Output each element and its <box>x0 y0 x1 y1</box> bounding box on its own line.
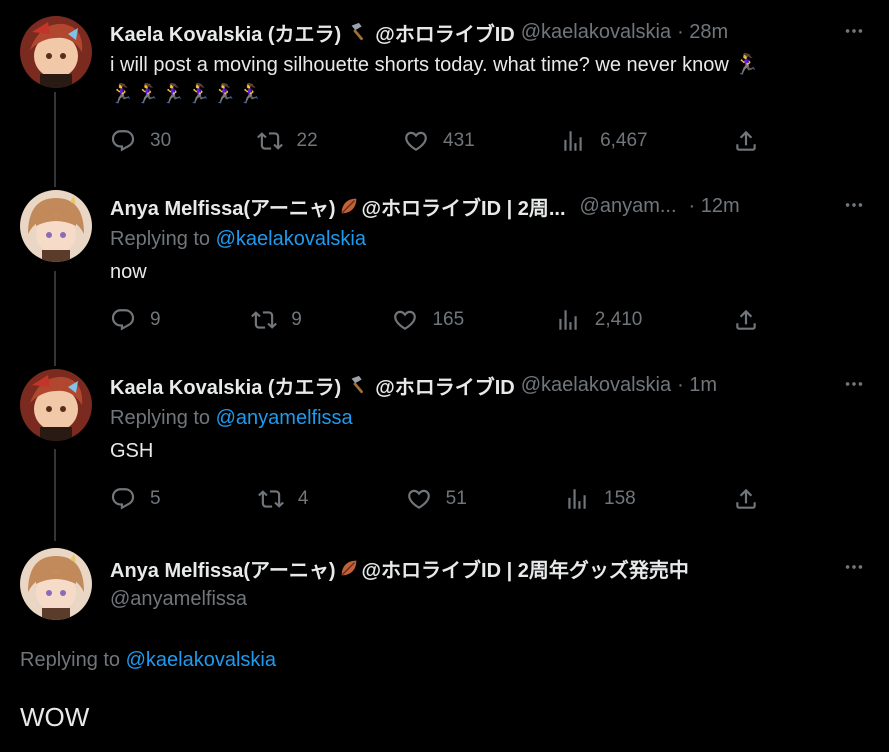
author-name[interactable]: Anya Melfissa(アーニャ) <box>110 192 336 221</box>
thread-line <box>54 449 56 541</box>
reply-icon <box>110 486 136 512</box>
tweet-text: WOW <box>20 702 90 732</box>
heart-icon <box>406 486 432 512</box>
author-name-suffix[interactable]: @ホロライブID <box>375 371 515 400</box>
share-icon <box>733 486 759 512</box>
views-icon <box>564 486 590 512</box>
replying-label: Replying to <box>110 228 211 250</box>
share-icon <box>733 128 759 154</box>
repost-count: 9 <box>291 309 302 330</box>
hammer-emoji <box>347 374 369 396</box>
repost-count: 4 <box>297 488 309 509</box>
reply-count: 9 <box>150 309 161 330</box>
views-button[interactable]: 6,467 <box>560 128 648 154</box>
repost-button[interactable]: 4 <box>258 486 309 512</box>
views-count: 158 <box>604 488 636 509</box>
avatar-anya[interactable] <box>20 190 92 262</box>
author-name-suffix[interactable]: @ホロライブID | 2周... <box>362 192 566 221</box>
author-name-suffix[interactable]: @ホロライブID | 2周年グッズ発売中 <box>362 554 689 583</box>
tweet-time[interactable]: · 12m <box>689 195 740 218</box>
like-button[interactable]: 431 <box>403 128 475 154</box>
repost-button[interactable]: 22 <box>257 128 318 154</box>
tweet-text: i will post a moving silhouette shorts t… <box>110 54 760 76</box>
repost-icon <box>257 128 283 154</box>
views-icon <box>555 307 581 333</box>
avatar-kaela[interactable] <box>20 16 92 88</box>
reply-button[interactable]: 30 <box>110 128 171 154</box>
action-bar: 9 9 165 2,410 <box>110 305 759 335</box>
mention-link[interactable]: @anyamelfissa <box>216 407 353 429</box>
tweet-header: Anya Melfissa(アーニャ) @ホロライブID | 2周年グッズ発売中 <box>110 554 689 582</box>
like-count: 51 <box>445 488 467 509</box>
replying-label: Replying to <box>110 407 211 429</box>
like-button[interactable]: 165 <box>392 307 464 333</box>
leaf-emoji <box>338 195 360 217</box>
reply-count: 5 <box>150 488 161 509</box>
tweet-text: GSH <box>110 440 154 462</box>
leaf-emoji <box>338 557 360 579</box>
replying-to: Replying to @kaelakovalskia <box>20 649 276 672</box>
repost-icon <box>251 307 277 333</box>
more-icon[interactable] <box>841 18 867 44</box>
tweet-time[interactable]: · 28m <box>677 21 728 44</box>
share-button[interactable] <box>733 307 759 333</box>
reply-button[interactable]: 9 <box>110 307 161 333</box>
repost-button[interactable]: 9 <box>251 307 302 333</box>
tweet-header: Kaela Kovalskia (カエラ) @ホロライブID @kaelakov… <box>110 18 728 46</box>
more-icon[interactable] <box>841 192 867 218</box>
action-bar: 30 22 431 6,467 <box>110 126 759 156</box>
hammer-emoji <box>347 21 369 43</box>
reply-icon <box>110 128 136 154</box>
views-icon <box>560 128 586 154</box>
share-button[interactable] <box>733 486 759 512</box>
author-handle[interactable]: @kaelakovalskia <box>521 21 671 44</box>
author-name[interactable]: Kaela Kovalskia (カエラ) <box>110 18 341 47</box>
action-bar: 5 4 51 158 <box>110 484 759 514</box>
views-count: 2,410 <box>594 309 643 330</box>
like-count: 165 <box>432 309 465 330</box>
avatar-kaela[interactable] <box>20 369 92 441</box>
repost-count: 22 <box>296 130 318 151</box>
tweet-text-emoji: 🏃‍♀️🏃‍♀️🏃‍♀️🏃‍♀️🏃‍♀️🏃‍♀️ <box>110 84 264 105</box>
more-icon[interactable] <box>841 554 867 580</box>
reply-icon <box>110 307 136 333</box>
heart-icon <box>392 307 418 333</box>
like-button[interactable]: 51 <box>406 486 467 512</box>
tweet-header: Anya Melfissa(アーニャ) @ホロライブID | 2周... @an… <box>110 192 740 220</box>
mention-link[interactable]: @kaelakovalskia <box>126 649 276 671</box>
views-button[interactable]: 158 <box>564 486 636 512</box>
thread-line <box>54 92 56 187</box>
reply-button[interactable]: 5 <box>110 486 161 512</box>
tweet-text: now <box>110 261 147 283</box>
share-button[interactable] <box>733 128 759 154</box>
avatar-anya[interactable] <box>20 548 92 620</box>
heart-icon <box>403 128 429 154</box>
author-handle[interactable]: @anyam... <box>580 195 677 218</box>
author-name[interactable]: Anya Melfissa(アーニャ) <box>110 554 336 583</box>
replying-label: Replying to <box>20 649 121 671</box>
author-handle[interactable]: @kaelakovalskia <box>521 374 671 397</box>
thread-line <box>54 271 56 366</box>
author-handle-row: @anyamelfissa <box>110 585 247 613</box>
views-button[interactable]: 2,410 <box>555 307 643 333</box>
reply-count: 30 <box>150 130 172 151</box>
views-count: 6,467 <box>600 130 648 151</box>
author-name-suffix[interactable]: @ホロライブID <box>375 18 515 47</box>
like-count: 431 <box>443 130 475 151</box>
tweet-time[interactable]: · 1m <box>677 374 717 397</box>
author-name[interactable]: Kaela Kovalskia (カエラ) <box>110 371 341 400</box>
replying-to: Replying to @kaelakovalskia <box>110 228 366 251</box>
replying-to: Replying to @anyamelfissa <box>110 407 353 430</box>
share-icon <box>733 307 759 333</box>
mention-link[interactable]: @kaelakovalskia <box>216 228 366 250</box>
author-handle[interactable]: @anyamelfissa <box>110 588 247 611</box>
tweet-header: Kaela Kovalskia (カエラ) @ホロライブID @kaelakov… <box>110 371 717 399</box>
more-icon[interactable] <box>841 371 867 397</box>
repost-icon <box>258 486 284 512</box>
